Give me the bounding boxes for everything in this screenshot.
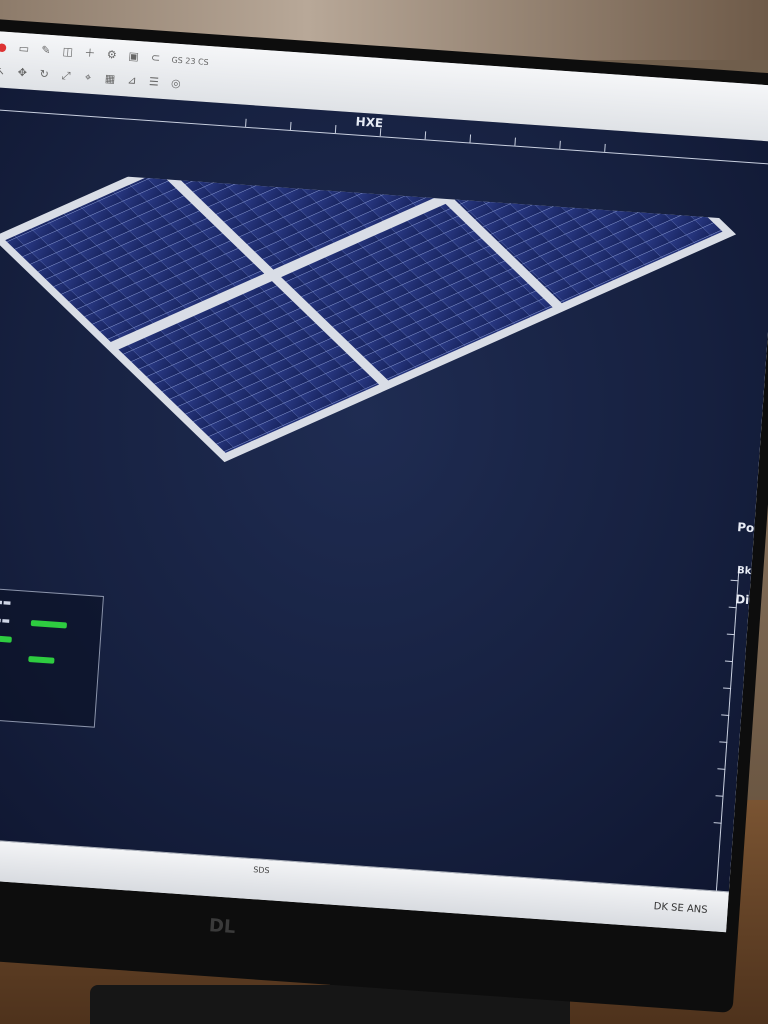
menu-window-icon[interactable]: ▣ — [127, 49, 140, 63]
close-icon[interactable]: ● — [0, 40, 8, 54]
layer-tool-icon[interactable]: ☰ — [148, 75, 161, 89]
panel-3[interactable] — [341, 166, 608, 193]
properties-panel: ▬▬▬▬ ▬▬▬▬ ▬▬ ▬▬ — [0, 585, 104, 728]
measure-tool-icon[interactable]: ⊿ — [126, 73, 139, 87]
menu-tools-icon[interactable]: ⚙ — [105, 48, 118, 62]
status-bar-green — [30, 620, 68, 629]
property-row: ▬▬ — [0, 631, 94, 651]
link-icon[interactable]: ⊂ — [149, 51, 162, 65]
3d-viewport[interactable]: HXE Po Bk Di ▬▬ ▬▬ — [0, 86, 768, 900]
snap-tool-icon[interactable]: ⌖ — [82, 70, 95, 84]
solar-panel-model[interactable] — [0, 166, 760, 859]
status-bar-green — [0, 635, 12, 643]
move-tool-icon[interactable]: ✥ — [16, 66, 29, 80]
status-center-text: SDS — [252, 865, 270, 876]
property-row: ▬▬▬▬ — [0, 597, 12, 609]
side-label-3: Di — [734, 592, 750, 608]
side-label-1: Po — [736, 520, 755, 536]
monitor-brand-logo: DL — [208, 915, 237, 939]
status-right-text: DK SE ANS — [653, 901, 708, 916]
viewport-title: HXE — [355, 114, 384, 131]
render-tool-icon[interactable]: ◎ — [169, 77, 182, 91]
side-label-2: Bk — [736, 565, 752, 578]
grid-tool-icon[interactable]: ▦ — [104, 72, 117, 86]
rotate-tool-icon[interactable]: ↻ — [38, 67, 51, 81]
menu-file-icon[interactable]: ▭ — [18, 42, 31, 56]
toolbar-status-label: GS 23 CS — [171, 54, 210, 67]
menu-view-icon[interactable]: ◫ — [61, 45, 74, 59]
monitor: ● ▭ ✎ ◫ ＋ ⚙ ▣ ⊂ GS 23 CS ↖ ✥ ↻ ⤢ ⌖ ▦ ⊿ ☰… — [0, 18, 768, 1013]
scale-tool-icon[interactable]: ⤢ — [60, 69, 73, 83]
status-right: DK SE ANS — [653, 901, 708, 916]
status-bar-green — [28, 655, 55, 664]
select-tool-icon[interactable]: ↖ — [0, 64, 7, 78]
menu-edit-icon[interactable]: ✎ — [39, 43, 52, 57]
menu-insert-icon[interactable]: ＋ — [83, 46, 96, 60]
property-row: ▬▬▬▬ — [0, 613, 95, 633]
property-row: ▬▬ — [0, 649, 93, 669]
cad-application-window: ● ▭ ✎ ◫ ＋ ⚙ ▣ ⊂ GS 23 CS ↖ ✥ ↻ ⤢ ⌖ ▦ ⊿ ☰… — [0, 30, 768, 933]
panel-array — [0, 166, 737, 463]
